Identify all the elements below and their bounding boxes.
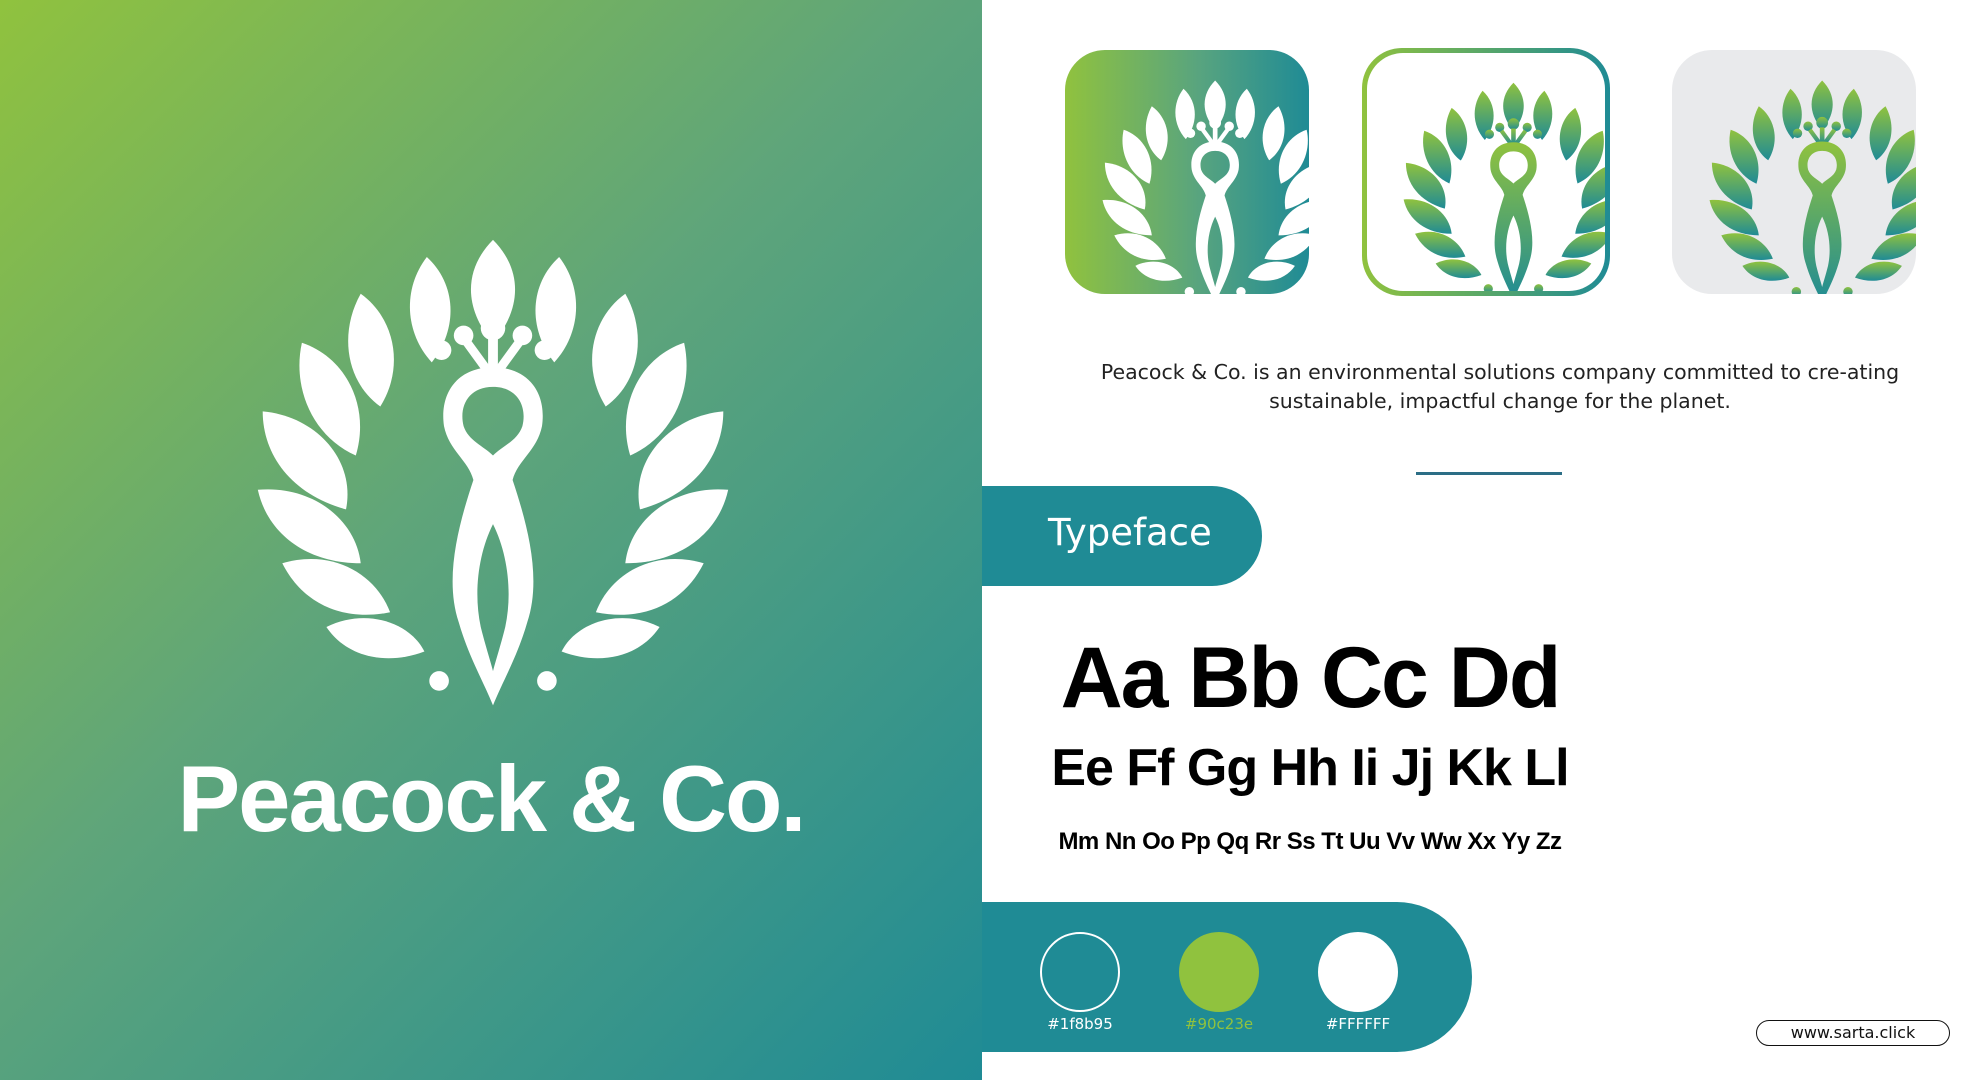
app-icon-grey — [1672, 50, 1916, 294]
app-icon-outline — [1362, 48, 1610, 296]
brand-hero-panel: Peacock & Co. — [0, 0, 982, 1080]
typeface-sample-medium: Ee Ff Gg Hh Ii Jj Kk Ll — [1051, 739, 1569, 797]
website-link[interactable]: www.sarta.click — [1756, 1020, 1950, 1046]
typeface-sample-large: Aa Bb Cc Dd — [1060, 630, 1562, 726]
app-icon-outline-inner — [1367, 53, 1605, 291]
peacock-icon — [1672, 50, 1916, 294]
color-swatch-teal — [1040, 932, 1120, 1012]
peacock-icon — [228, 235, 758, 725]
peacock-icon — [1065, 50, 1309, 294]
color-label-green: #90c23e — [1184, 1015, 1254, 1033]
typeface-sample-small: Mm Nn Oo Pp Qq Rr Ss Tt Uu Vv Ww Xx Yy Z… — [1058, 828, 1562, 855]
company-description: Peacock & Co. is an environmental soluti… — [1100, 360, 1900, 413]
color-swatch-white — [1318, 932, 1398, 1012]
app-icon-gradient — [1065, 50, 1309, 294]
color-label-white: #FFFFFF — [1325, 1015, 1391, 1033]
color-swatch-green — [1179, 932, 1259, 1012]
color-label-teal: #1f8b95 — [1047, 1015, 1113, 1033]
brand-name: Peacock & Co. — [177, 746, 806, 851]
section-divider — [1416, 472, 1562, 475]
typeface-label: Typeface — [1048, 511, 1212, 554]
peacock-icon — [1367, 53, 1605, 291]
